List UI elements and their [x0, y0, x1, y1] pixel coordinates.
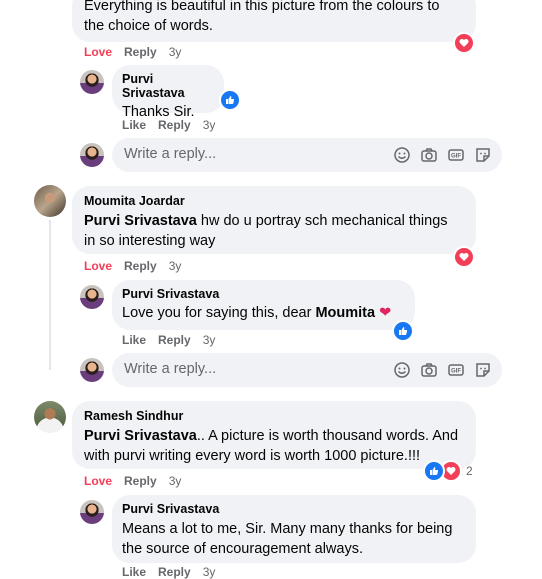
- like-link[interactable]: Like: [122, 333, 146, 347]
- reply-bubble: Purvi Srivastava Love you for saying thi…: [112, 280, 415, 330]
- like-reaction-badge[interactable]: [219, 89, 241, 111]
- comment-bubble: Moumita Joardar Purvi Srivastava hw do u…: [72, 186, 476, 254]
- avatar[interactable]: [80, 285, 104, 309]
- avatar: [80, 143, 104, 167]
- heart-icon: [459, 39, 469, 47]
- write-reply-input[interactable]: Write a reply... GIF: [112, 138, 502, 172]
- emoji-icon[interactable]: [393, 361, 411, 379]
- emoji-icon[interactable]: [393, 146, 411, 164]
- timestamp[interactable]: 3y: [169, 474, 182, 488]
- sticker-icon[interactable]: [474, 361, 492, 379]
- love-link[interactable]: Love: [84, 474, 112, 488]
- comment-actions: Love Reply 3y: [84, 259, 193, 273]
- love-link[interactable]: Love: [84, 259, 112, 273]
- reaction-summary[interactable]: 2: [423, 460, 473, 482]
- timestamp[interactable]: 3y: [203, 333, 216, 347]
- avatar[interactable]: [80, 500, 104, 524]
- timestamp[interactable]: 3y: [169, 45, 182, 59]
- like-link[interactable]: Like: [122, 118, 146, 132]
- love-reaction-badge[interactable]: [453, 246, 475, 268]
- reply-placeholder: Write a reply...: [124, 146, 217, 162]
- reply-link[interactable]: Reply: [124, 259, 157, 273]
- reply-link[interactable]: Reply: [124, 45, 157, 59]
- timestamp[interactable]: 3y: [203, 565, 216, 579]
- comment-bubble: Everything is beautiful in this picture …: [72, 0, 476, 42]
- heart-emoji: ❤: [379, 305, 392, 321]
- reply-actions: Like Reply 3y: [122, 333, 227, 347]
- reply-bubble: Purvi Srivastava Means a lot to me, Sir.…: [112, 495, 476, 563]
- thumbs-up-icon: [226, 96, 235, 104]
- sticker-icon[interactable]: [474, 146, 492, 164]
- reply-text: Love you for saying this, dear Moumita ❤: [122, 305, 392, 321]
- reply-link[interactable]: Reply: [158, 565, 191, 579]
- reply-actions: Like Reply 3y: [122, 565, 227, 579]
- thumbs-up-icon: [430, 467, 439, 475]
- camera-icon[interactable]: [420, 146, 438, 164]
- reply-author[interactable]: Purvi Srivastava: [122, 287, 405, 301]
- reply-author[interactable]: Purvi Srivastava: [122, 72, 214, 100]
- comment-author[interactable]: Ramesh Sindhur: [84, 409, 464, 423]
- mention-link[interactable]: Purvi Srivastava: [84, 213, 197, 229]
- reply-placeholder: Write a reply...: [124, 361, 217, 377]
- timestamp[interactable]: 3y: [203, 118, 216, 132]
- write-reply-input[interactable]: Write a reply... GIF: [112, 353, 502, 387]
- svg-text:GIF: GIF: [451, 369, 461, 375]
- reply-link[interactable]: Reply: [158, 333, 191, 347]
- thumbs-up-icon: [399, 327, 408, 335]
- like-reaction-badge: [423, 460, 445, 482]
- comment-text: Purvi Srivastava.. A picture is worth th…: [84, 428, 459, 464]
- camera-icon[interactable]: [420, 361, 438, 379]
- heart-icon: [459, 253, 469, 261]
- reply-link[interactable]: Reply: [158, 118, 191, 132]
- comment-text: Everything is beautiful in this picture …: [84, 0, 440, 34]
- reply-actions: Like Reply 3y: [122, 118, 227, 132]
- timestamp[interactable]: 3y: [169, 259, 182, 273]
- like-link[interactable]: Like: [122, 565, 146, 579]
- comment-actions: Love Reply 3y: [84, 474, 193, 488]
- like-reaction-badge[interactable]: [392, 320, 414, 342]
- comment-text: Purvi Srivastava hw do u portray sch mec…: [84, 213, 448, 249]
- avatar[interactable]: [80, 70, 104, 94]
- mention-link[interactable]: Moumita: [315, 305, 375, 321]
- mention-link[interactable]: Purvi Srivastava: [84, 428, 197, 444]
- comment-actions: Love Reply 3y: [84, 45, 193, 59]
- reply-text: Means a lot to me, Sir. Many many thanks…: [122, 521, 453, 557]
- love-link[interactable]: Love: [84, 45, 112, 59]
- avatar[interactable]: [34, 185, 66, 217]
- comment-author[interactable]: Moumita Joardar: [84, 194, 464, 208]
- reaction-count: 2: [466, 464, 473, 478]
- reply-author[interactable]: Purvi Srivastava: [122, 502, 466, 516]
- thread-line: [49, 220, 51, 370]
- avatar[interactable]: [34, 401, 66, 433]
- comment-bubble: Ramesh Sindhur Purvi Srivastava.. A pict…: [72, 401, 476, 469]
- reply-bubble: Purvi Srivastava Thanks Sir.: [112, 65, 224, 120]
- svg-text:GIF: GIF: [451, 154, 461, 160]
- gif-icon[interactable]: GIF: [447, 146, 465, 164]
- love-reaction-badge[interactable]: [453, 32, 475, 54]
- reply-link[interactable]: Reply: [124, 474, 157, 488]
- avatar: [80, 358, 104, 382]
- gif-icon[interactable]: GIF: [447, 361, 465, 379]
- heart-icon: [446, 467, 456, 475]
